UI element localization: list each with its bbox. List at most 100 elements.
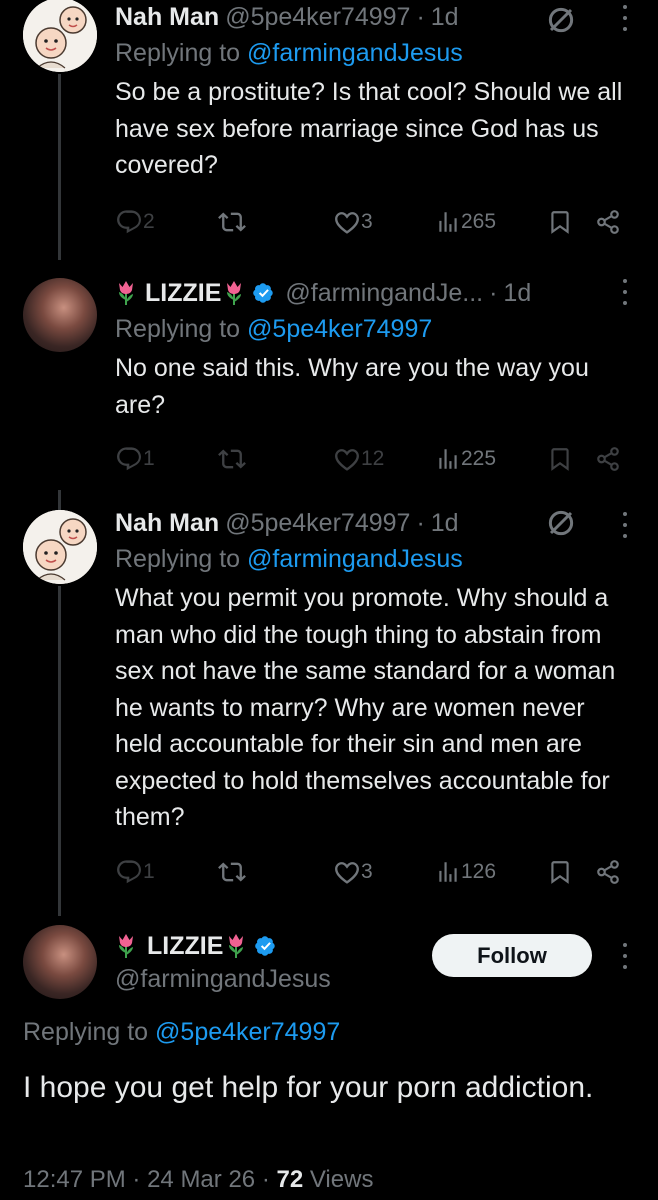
reply-mention-link[interactable]: @farmingandJesus: [247, 545, 463, 573]
author-handle[interactable]: @farmingandJesus: [115, 965, 331, 994]
tweet-header: LIZZIE @farmingandJe... · 1d: [115, 278, 638, 308]
more-icon[interactable]: [622, 5, 628, 31]
reply-button[interactable]: 1: [115, 442, 155, 476]
reply-icon: [115, 858, 143, 886]
views-count: 225: [461, 447, 497, 470]
share-button[interactable]: [595, 442, 621, 476]
tweet-2[interactable]: LIZZIE @farmingandJe... · 1d Replying to…: [0, 265, 658, 500]
reply-icon: [115, 208, 143, 236]
main-tweet-text: I hope you get help for your porn addict…: [23, 1071, 594, 1104]
main-tweet-name-row: LIZZIE: [115, 930, 277, 962]
more-icon[interactable]: [622, 279, 628, 305]
share-icon: [595, 209, 621, 235]
tweet-time[interactable]: 1d: [431, 508, 459, 538]
like-icon: [333, 445, 361, 473]
reply-count: 1: [143, 860, 155, 883]
separator-dot: ·: [132, 1166, 141, 1193]
tweet-meta: 12:47 PM · 24 Mar 26 · 72 Views: [23, 1166, 373, 1194]
author-name[interactable]: LIZZIE: [145, 278, 221, 308]
author-handle[interactable]: @5pe4ker74997: [225, 508, 410, 538]
reply-prefix: Replying to: [23, 1018, 149, 1046]
avatar[interactable]: [23, 0, 97, 72]
retweet-icon: [218, 858, 246, 886]
bookmark-button[interactable]: [547, 205, 573, 239]
author-name[interactable]: Nah Man: [115, 2, 219, 32]
separator-dot: ·: [261, 1166, 270, 1193]
tulip-emoji-icon: [223, 280, 245, 306]
reply-mention-link[interactable]: @5pe4ker74997: [247, 315, 432, 343]
tweet-text: What you permit you promote. Why should …: [115, 584, 616, 831]
action-bar: 1 3 126: [115, 855, 635, 889]
avatar[interactable]: [23, 925, 97, 999]
thread-line: [58, 586, 61, 916]
views-count: 72: [276, 1166, 304, 1193]
avatar[interactable]: [23, 278, 97, 352]
views-label: Views: [309, 1166, 374, 1193]
more-icon[interactable]: [622, 512, 628, 538]
tweet-time[interactable]: 1d: [503, 278, 531, 308]
like-button[interactable]: 12: [333, 442, 384, 476]
mute-icon[interactable]: [546, 5, 576, 40]
reply-to-line: Replying to @farmingandJesus: [115, 38, 638, 68]
action-bar: 2 3 265: [115, 205, 635, 239]
more-icon[interactable]: [622, 943, 628, 969]
tweet-3[interactable]: Nah Man @5pe4ker74997 · 1d Replying to @…: [0, 490, 658, 920]
reply-mention-link[interactable]: @farmingandJesus: [247, 39, 463, 67]
avatar[interactable]: [23, 510, 97, 584]
tweet-date[interactable]: 24 Mar 26: [147, 1166, 255, 1193]
reply-mention-link[interactable]: @5pe4ker74997: [155, 1018, 340, 1046]
tulip-emoji-icon: [115, 933, 137, 959]
views-button[interactable]: 225: [435, 442, 496, 476]
tweet-1[interactable]: Nah Man @5pe4ker74997 · 1d Replying to @…: [0, 0, 658, 265]
bookmark-button[interactable]: [547, 855, 573, 889]
retweet-button[interactable]: [218, 442, 246, 476]
share-button[interactable]: [595, 205, 621, 239]
retweet-button[interactable]: [218, 205, 246, 239]
tweet-text: So be a prostitute? Is that cool? Should…: [115, 78, 623, 179]
share-icon: [595, 446, 621, 472]
views-count: 265: [461, 210, 497, 233]
reply-prefix: Replying to: [115, 39, 241, 67]
author-handle[interactable]: @farmingandJe...: [285, 278, 483, 308]
reply-count: 1: [143, 447, 155, 470]
thread-line: [58, 74, 61, 260]
share-icon: [595, 859, 621, 885]
share-button[interactable]: [595, 855, 621, 889]
tulip-emoji-icon: [225, 933, 247, 959]
views-button[interactable]: 265: [435, 205, 496, 239]
bookmark-icon: [547, 446, 573, 472]
views-count: 126: [461, 860, 497, 883]
author-name[interactable]: Nah Man: [115, 508, 219, 538]
like-icon: [333, 208, 361, 236]
retweet-button[interactable]: [218, 855, 246, 889]
action-bar: 1 12 225: [115, 442, 635, 476]
retweet-icon: [218, 208, 246, 236]
reply-to-line: Replying to @5pe4ker74997: [23, 1018, 340, 1047]
views-button[interactable]: 126: [435, 855, 496, 889]
like-button[interactable]: 3: [333, 205, 373, 239]
follow-button[interactable]: Follow: [432, 934, 592, 977]
baby-avatar-icon: [23, 0, 97, 72]
reply-prefix: Replying to: [115, 315, 241, 343]
reply-icon: [115, 445, 143, 473]
bookmark-icon: [547, 859, 573, 885]
tweet-time[interactable]: 1d: [431, 2, 459, 32]
like-icon: [333, 858, 361, 886]
reply-button[interactable]: 1: [115, 855, 155, 889]
thread-line: [58, 490, 61, 510]
separator-dot: ·: [416, 3, 425, 31]
mute-icon[interactable]: [546, 508, 576, 543]
bookmark-button[interactable]: [547, 442, 573, 476]
reply-button[interactable]: 2: [115, 205, 155, 239]
separator-dot: ·: [416, 509, 425, 537]
retweet-icon: [218, 445, 246, 473]
baby-avatar-icon: [23, 510, 97, 584]
verified-badge-icon: [253, 934, 277, 958]
like-button[interactable]: 3: [333, 855, 373, 889]
like-count: 3: [361, 210, 373, 233]
tulip-emoji-icon: [115, 280, 137, 306]
tweet-time[interactable]: 12:47 PM: [23, 1166, 126, 1193]
author-name[interactable]: LIZZIE: [147, 932, 223, 961]
reply-to-line: Replying to @farmingandJesus: [115, 544, 638, 574]
author-handle[interactable]: @5pe4ker74997: [225, 2, 410, 32]
